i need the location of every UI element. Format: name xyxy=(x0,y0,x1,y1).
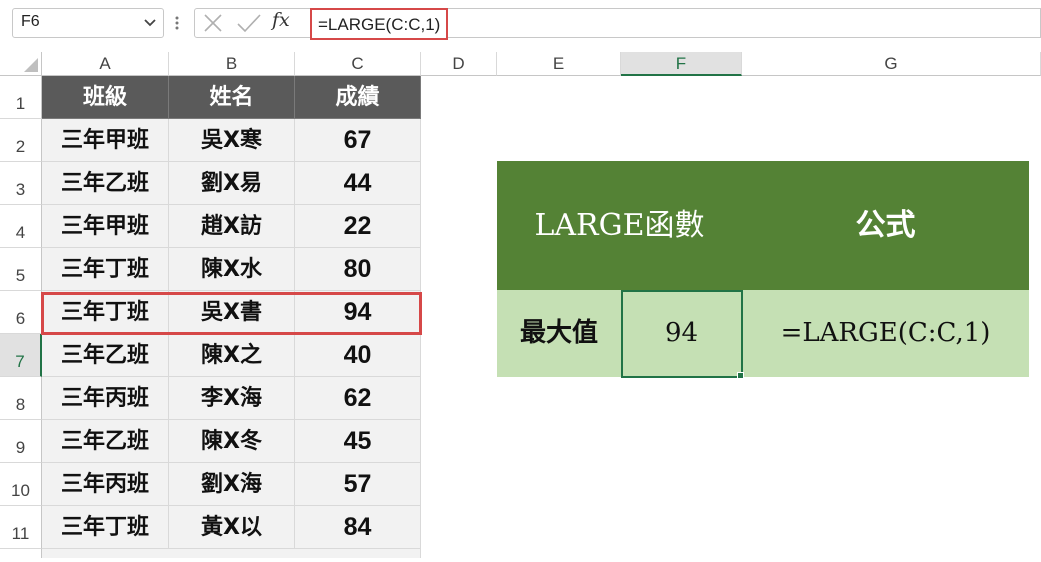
chevron-down-icon[interactable] xyxy=(143,12,157,38)
cell-name[interactable]: 陳X冬 xyxy=(169,420,295,463)
name-box[interactable]: F6 xyxy=(12,8,164,38)
column-header-f[interactable]: F xyxy=(621,52,742,76)
insert-function-icon[interactable]: fx xyxy=(272,9,290,31)
row-header-partial xyxy=(0,549,42,558)
name-box-value: F6 xyxy=(21,13,40,30)
summary-formula-text[interactable]: =LARGE(C:C,1) xyxy=(742,290,1029,377)
header-name[interactable]: 姓名 xyxy=(169,76,295,119)
cell-class[interactable]: 三年丙班 xyxy=(42,463,169,506)
max-row-highlight xyxy=(41,292,422,335)
cell-score[interactable]: 67 xyxy=(295,119,421,162)
enter-check-icon[interactable] xyxy=(236,12,262,38)
cell-class[interactable]: 三年丙班 xyxy=(42,377,169,420)
row-header-3[interactable]: 3 xyxy=(0,162,42,205)
cell-score[interactable]: 22 xyxy=(295,205,421,248)
cell-score[interactable]: 40 xyxy=(295,334,421,377)
cell-name[interactable]: 劉X易 xyxy=(169,162,295,205)
formula-input[interactable]: =LARGE(C:C,1) xyxy=(310,8,449,40)
cell-class[interactable]: 三年乙班 xyxy=(42,162,169,205)
row-header-9[interactable]: 9 xyxy=(0,420,42,463)
header-score[interactable]: 成績 xyxy=(295,76,421,119)
cell-name[interactable]: 陳X之 xyxy=(169,334,295,377)
summary-table: LARGE函數 公式 最大值 94 =LARGE(C:C,1) xyxy=(497,161,1029,377)
cell-name[interactable]: 李X海 xyxy=(169,377,295,420)
more-options-icon[interactable] xyxy=(174,12,180,34)
header-class[interactable]: 班級 xyxy=(42,76,169,119)
column-header-e[interactable]: E xyxy=(497,52,621,76)
active-cell-border xyxy=(621,290,743,378)
cell-class[interactable]: 三年乙班 xyxy=(42,334,169,377)
cell-name[interactable]: 黃X以 xyxy=(169,506,295,549)
cell-score[interactable]: 45 xyxy=(295,420,421,463)
row-header-11[interactable]: 11 xyxy=(0,506,42,549)
row-header-4[interactable]: 4 xyxy=(0,205,42,248)
column-header-d[interactable]: D xyxy=(421,52,497,76)
cell-score[interactable]: 44 xyxy=(295,162,421,205)
cell-name[interactable]: 陳X水 xyxy=(169,248,295,291)
cell-name[interactable]: 吳X寒 xyxy=(169,119,295,162)
cell-score[interactable]: 57 xyxy=(295,463,421,506)
cell-class[interactable]: 三年丁班 xyxy=(42,506,169,549)
cancel-icon[interactable] xyxy=(202,12,224,38)
cell-class[interactable]: 三年甲班 xyxy=(42,205,169,248)
row-header-7[interactable]: 7 xyxy=(0,334,42,377)
cell-class[interactable]: 三年丁班 xyxy=(42,248,169,291)
row-header-1[interactable]: 1 xyxy=(0,76,42,119)
cell-name[interactable]: 劉X海 xyxy=(169,463,295,506)
fill-handle[interactable] xyxy=(737,372,744,379)
row-header-8[interactable]: 8 xyxy=(0,377,42,420)
column-header-g[interactable]: G xyxy=(742,52,1041,76)
cell-partial xyxy=(42,549,421,558)
cell-score[interactable]: 62 xyxy=(295,377,421,420)
row-header-5[interactable]: 5 xyxy=(0,248,42,291)
cell-class[interactable]: 三年乙班 xyxy=(42,420,169,463)
row-header-2[interactable]: 2 xyxy=(0,119,42,162)
cell-score[interactable]: 80 xyxy=(295,248,421,291)
column-header-b[interactable]: B xyxy=(169,52,295,76)
column-header-a[interactable]: A xyxy=(42,52,169,76)
cell-class[interactable]: 三年甲班 xyxy=(42,119,169,162)
cell-name[interactable]: 趙X訪 xyxy=(169,205,295,248)
column-header-c[interactable]: C xyxy=(295,52,421,76)
summary-header-function[interactable]: LARGE函數 xyxy=(497,161,742,290)
row-header-6[interactable]: 6 xyxy=(0,291,42,334)
summary-label-max[interactable]: 最大值 xyxy=(497,290,621,377)
select-all-corner[interactable] xyxy=(0,52,42,76)
row-header-10[interactable]: 10 xyxy=(0,463,42,506)
summary-header-formula[interactable]: 公式 xyxy=(742,161,1029,290)
cell-score[interactable]: 84 xyxy=(295,506,421,549)
